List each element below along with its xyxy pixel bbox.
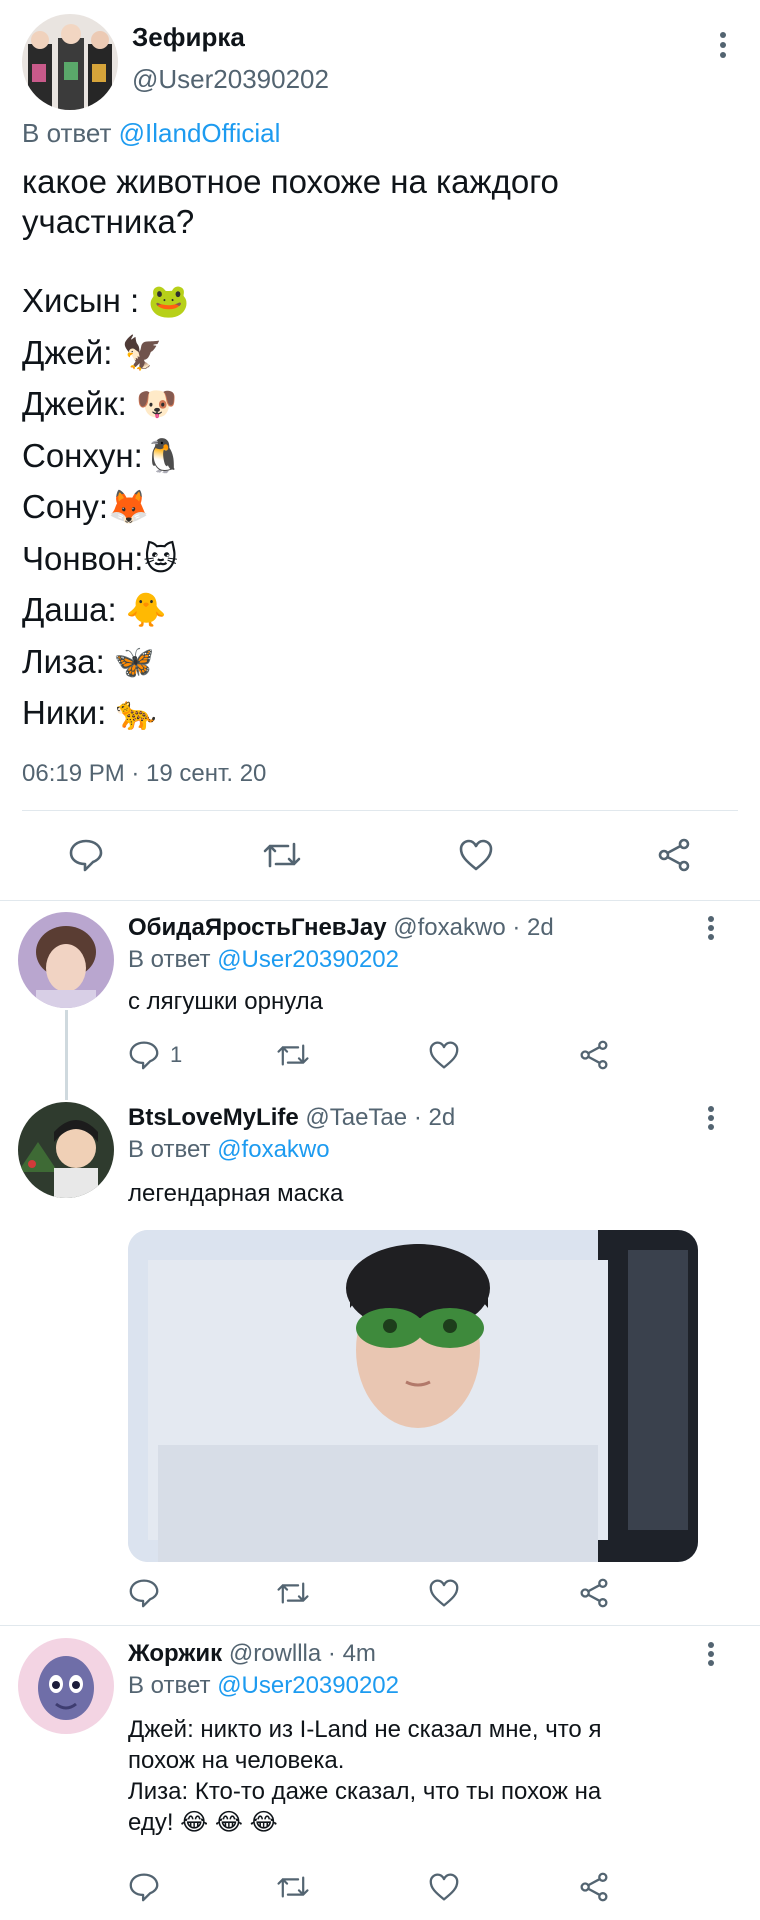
reply-to-link[interactable]: @foxakwo [217,1136,329,1163]
reply-context: В ответ @IlandOfficial [22,118,280,149]
author-name[interactable]: Зефирка [132,22,245,53]
heart-icon [429,1041,459,1069]
share-icon [580,1578,608,1608]
author-name[interactable]: ОбидаЯростьГневJay [128,914,387,941]
reply-prefix: В ответ [128,1136,211,1163]
tweet-text: Джей: никто из I-Land не сказал мне, что… [128,1714,708,1838]
avatar[interactable] [22,14,118,110]
list-item: Чонвон:🐱 [22,539,178,577]
share-button[interactable] [578,1872,610,1902]
member-list: Хисын : 🐸 Джей: 🦅 Джейк: 🐶 Сонхун:🐧 Сону… [22,275,189,739]
share-icon [580,1040,608,1070]
tweet-text: с лягушки орнула [128,988,324,1015]
heart-icon [429,1873,459,1901]
tweet-text: легендарная маска [128,1180,344,1207]
author-handle[interactable]: @TaeTae [305,1104,407,1131]
like-button[interactable] [428,1872,460,1902]
more-vertical-icon[interactable] [708,30,738,60]
reply-context: В ответ @User20390202 [128,946,399,974]
reply-action-bar: 1 [0,1040,760,1080]
reply-to-link[interactable]: @User20390202 [217,946,399,973]
avatar[interactable] [18,912,114,1008]
reply-prefix: В ответ [128,1672,211,1699]
comment-icon [129,1873,159,1902]
text-line: Лиза: Кто-то даже сказал, что ты похож н… [128,1778,602,1805]
retweet-button[interactable] [276,1872,310,1902]
like-button[interactable] [458,838,494,872]
text-line: Джей: никто из I-Land не сказал мне, что… [128,1716,602,1743]
retweet-icon [277,1582,309,1604]
reply-button[interactable] [68,838,104,872]
tweet-text: какое животное похоже на каждого участни… [22,163,559,240]
share-icon [580,1872,608,1902]
list-item: Лиза: 🦋 [22,642,155,680]
reply-count: 1 [170,1042,183,1067]
avatar[interactable] [18,1638,114,1734]
share-icon [658,838,690,872]
like-button[interactable] [428,1040,460,1070]
author-handle[interactable]: @rowllla [229,1640,321,1667]
separator-dot: · [327,1640,336,1667]
list-item: Джейк: 🐶 [22,385,178,422]
reply-action-bar [0,1872,760,1912]
retweet-icon [277,1044,309,1066]
divider [22,810,738,811]
author-name[interactable]: Жоржик [128,1640,222,1667]
separator-dot: · [512,914,521,941]
text-line: похож на человека. [128,1747,345,1774]
reply-author[interactable]: Жоржик @rowllla · 4m [128,1640,376,1668]
retweet-icon [277,1876,309,1898]
comment-icon [69,839,103,872]
author-name[interactable]: BtsLoveMyLife [128,1104,299,1131]
list-item: Ники: 🐆 [22,694,157,731]
main-action-bar [0,830,760,880]
heart-icon [429,1579,459,1607]
list-item: Сону:🦊 [22,488,150,525]
retweet-button[interactable] [276,1040,310,1070]
retweet-button[interactable] [262,838,302,872]
share-button[interactable] [656,838,692,872]
list-item: Сонхун:🐧 [22,436,184,474]
tweet-timestamp[interactable]: 06:19 PM · 19 сент. 20 [22,760,266,788]
post-age[interactable]: 2d [428,1104,455,1131]
reply-author[interactable]: BtsLoveMyLife @TaeTae · 2d [128,1104,455,1132]
post-age[interactable]: 2d [527,914,554,941]
reply-button[interactable] [128,1872,160,1902]
reply-button[interactable]: 1 [128,1040,182,1070]
more-vertical-icon[interactable] [696,914,726,944]
reply-to-link[interactable]: @User20390202 [217,1672,399,1699]
reply-author[interactable]: ОбидаЯростьГневJay @foxakwo · 2d [128,914,554,942]
separator-dot: · [413,1104,422,1131]
author-handle[interactable]: @foxakwo [393,914,505,941]
list-item: Джей: 🦅 [22,333,163,371]
main-tweet: Зефирка @User20390202 В ответ @IlandOffi… [0,0,760,900]
reply-prefix: В ответ [128,946,211,973]
comment-icon [129,1041,159,1070]
post-age[interactable]: 4m [343,1640,376,1667]
reply-prefix: В ответ [22,118,112,148]
share-button[interactable] [578,1578,610,1608]
share-button[interactable] [578,1040,610,1070]
retweet-icon [263,842,301,868]
like-button[interactable] [428,1578,460,1608]
text-line: еду! 😂 😂 😂 [128,1809,278,1836]
author-handle[interactable]: @User20390202 [132,64,329,95]
reply-button[interactable] [128,1578,160,1608]
list-item: Хисын : 🐸 [22,282,190,319]
list-item: Даша: 🐥 [22,591,167,628]
media-image[interactable] [128,1230,698,1562]
reply-action-bar [0,1578,760,1618]
comment-icon [129,1579,159,1608]
divider [0,900,760,901]
heart-icon [459,839,493,871]
reply-to-link[interactable]: @IlandOfficial [119,118,281,148]
reply-context: В ответ @foxakwo [128,1136,330,1164]
more-vertical-icon[interactable] [696,1104,726,1134]
more-vertical-icon[interactable] [696,1640,726,1670]
reply-context: В ответ @User20390202 [128,1672,399,1700]
divider [0,1625,760,1626]
avatar[interactable] [18,1102,114,1198]
retweet-button[interactable] [276,1578,310,1608]
